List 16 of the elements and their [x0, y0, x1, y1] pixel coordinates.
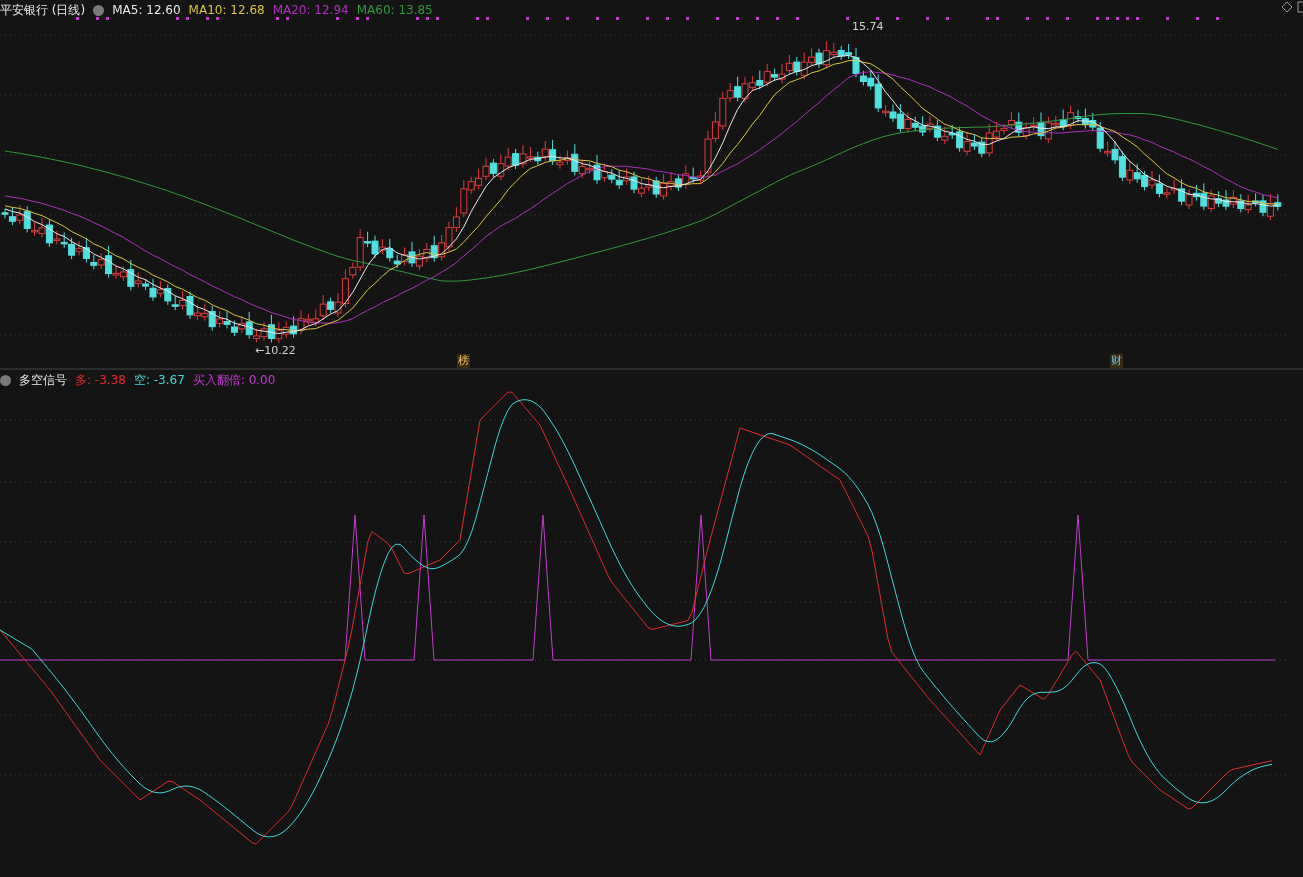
stock-title: 平安银行 (日线)	[0, 1, 86, 19]
moving-average-label: MA20: 12.94	[272, 3, 349, 17]
indicator-value: 空: -3.67	[133, 371, 185, 389]
collapse-icon[interactable]	[93, 4, 105, 16]
diamond-icon[interactable]	[1281, 1, 1293, 13]
indicator-value: 买入翻倍: 0.00	[192, 371, 276, 389]
moving-average-label: MA60: 13.85	[356, 3, 433, 17]
high-price-label: 15.74	[852, 20, 884, 33]
collapse-icon[interactable]	[0, 374, 11, 386]
moving-average-label: MA10: 12.68	[188, 3, 265, 17]
indicator-value: 多: -3.38	[75, 371, 126, 389]
low-price-label: ←10.22	[255, 344, 296, 357]
event-tag[interactable]: 榜	[457, 354, 470, 368]
moving-average-label: MA5: 12.60	[112, 3, 181, 17]
indicator-title: 多空信号	[19, 371, 67, 389]
event-tag[interactable]: 财	[1110, 354, 1123, 368]
